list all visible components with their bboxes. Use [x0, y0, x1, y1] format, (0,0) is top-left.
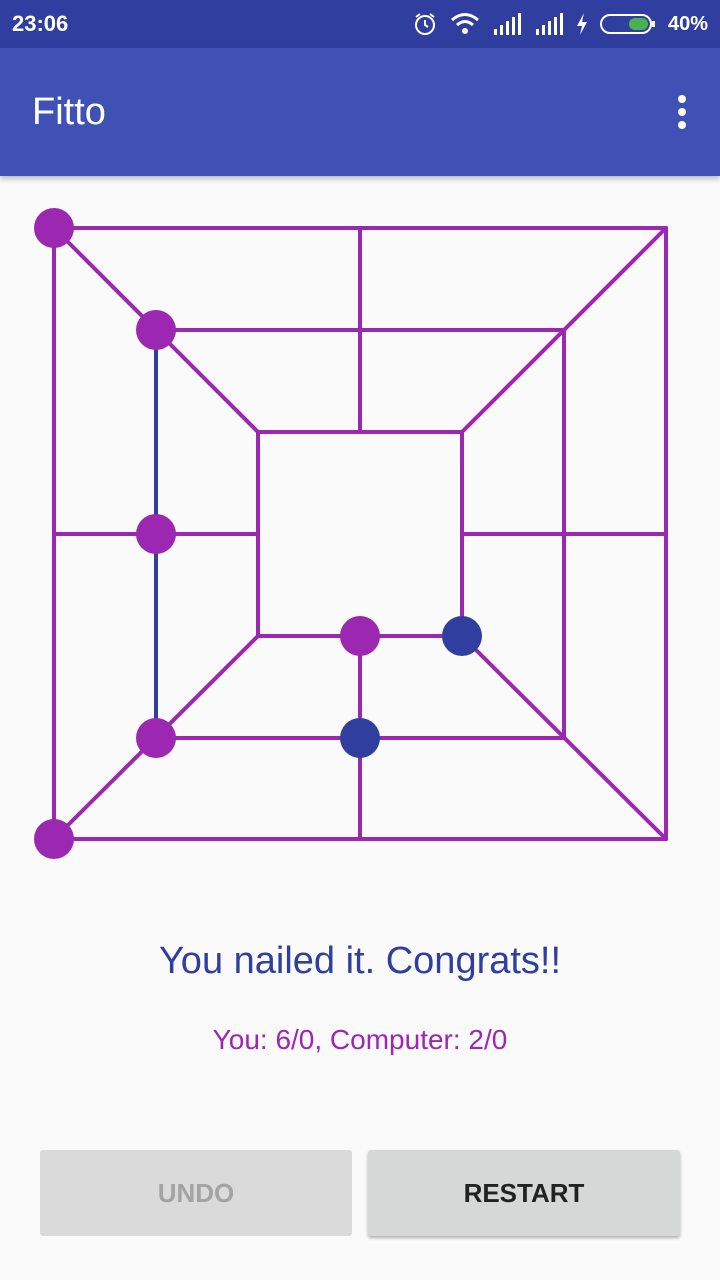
- alarm-icon: [412, 11, 438, 37]
- battery-percent: 40%: [667, 12, 708, 35]
- status-time: 23:06: [12, 11, 69, 36]
- computer-piece[interactable]: [442, 616, 482, 656]
- game-board[interactable]: [0, 176, 720, 876]
- result-message: You nailed it. Congrats!!: [158, 940, 562, 982]
- player-piece[interactable]: [136, 514, 176, 554]
- app-bar: Fitto: [0, 48, 720, 176]
- score-text: You: 6/0, Computer: 2/0: [212, 1024, 508, 1055]
- undo-button[interactable]: UNDO: [40, 1150, 352, 1236]
- app-title: Fitto: [32, 90, 106, 133]
- player-piece[interactable]: [340, 616, 380, 656]
- signal-icon: [492, 13, 522, 35]
- status-icons: 40%: [412, 11, 708, 37]
- status-bar: 23:06 40%: [0, 0, 720, 48]
- player-piece[interactable]: [34, 819, 74, 859]
- battery-icon: [599, 12, 656, 36]
- charging-icon: [576, 13, 588, 35]
- more-vert-icon[interactable]: [664, 80, 700, 144]
- computer-piece[interactable]: [340, 718, 380, 758]
- wifi-icon: [450, 12, 480, 36]
- player-piece[interactable]: [34, 208, 74, 248]
- player-piece[interactable]: [136, 718, 176, 758]
- signal-icon: [534, 13, 564, 35]
- restart-button[interactable]: RESTART: [368, 1150, 680, 1236]
- player-piece[interactable]: [136, 310, 176, 350]
